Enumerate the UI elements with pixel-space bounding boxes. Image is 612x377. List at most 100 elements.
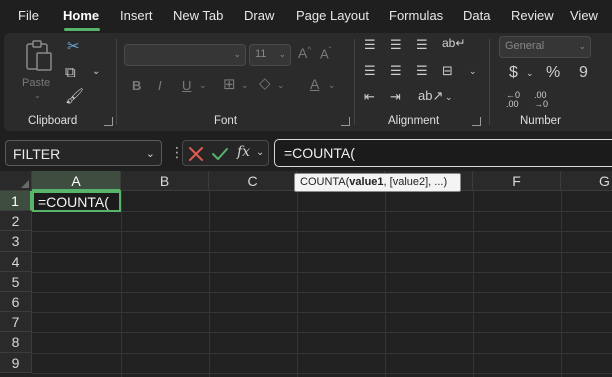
gridline	[473, 191, 474, 377]
menu-bar: File Home Insert New Tab Draw Page Layou…	[0, 0, 612, 32]
decrease-indent-icon[interactable]: ⇤	[364, 90, 375, 103]
active-cell-value: =COUNTA(	[38, 194, 109, 210]
row-header[interactable]: 5	[0, 271, 32, 292]
borders-icon[interactable]: ⊞	[223, 77, 236, 92]
font-color-icon[interactable]: A	[310, 77, 319, 91]
gridline	[32, 312, 612, 314]
row-header[interactable]: 1	[0, 191, 32, 212]
merge-center-icon[interactable]: ⊟	[442, 64, 453, 77]
percent-button[interactable]: %	[546, 65, 560, 81]
tab-data[interactable]: Data	[463, 8, 490, 23]
select-all-button[interactable]	[0, 171, 32, 191]
confirm-icon[interactable]	[211, 146, 229, 162]
format-painter-icon[interactable]: 🖌	[65, 89, 84, 104]
tooltip-current-argument[interactable]: value1	[349, 176, 383, 188]
tab-draw[interactable]: Draw	[244, 8, 274, 23]
decrease-font-icon[interactable]: Aˇ	[320, 47, 331, 61]
gridline	[32, 292, 612, 293]
comma-style-button[interactable]: 9	[579, 65, 588, 81]
paste-button[interactable]: Paste ⌄	[18, 39, 60, 101]
align-left-icon[interactable]: ☰	[364, 64, 376, 77]
row-header[interactable]: 2	[0, 211, 32, 232]
increase-indent-icon[interactable]: ⇥	[390, 90, 401, 103]
font-name-dropdown[interactable]: ⌄	[124, 44, 246, 66]
paste-label: Paste	[22, 77, 51, 89]
formula-bar-row: FILTER ⌄ ⋮ fx ⌄ =COUNTA(	[0, 136, 612, 168]
tab-insert[interactable]: Insert	[120, 8, 153, 23]
number-format-value: General	[505, 40, 545, 52]
tab-file[interactable]: File	[18, 8, 39, 23]
chevron-down-icon[interactable]: ⌄	[256, 147, 264, 158]
fill-color-icon[interactable]: ◇	[259, 76, 271, 91]
gridline	[32, 332, 612, 334]
tab-formulas[interactable]: Formulas	[389, 8, 443, 23]
chevron-down-icon: ⌄	[578, 41, 586, 51]
chevron-down-icon[interactable]: ⌄	[199, 81, 207, 90]
name-box[interactable]: FILTER ⌄	[5, 140, 162, 166]
font-size-dropdown[interactable]: 11 ⌄	[249, 44, 291, 66]
tab-page-layout[interactable]: Page Layout	[296, 8, 369, 23]
active-cell-a1[interactable]: =COUNTA(	[32, 191, 121, 212]
gridline	[32, 231, 612, 233]
column-header[interactable]: F	[473, 171, 561, 191]
align-right-icon[interactable]: ☰	[416, 64, 428, 77]
formula-input[interactable]: =COUNTA(	[274, 139, 612, 167]
row-header[interactable]: 8	[0, 332, 32, 353]
gridline	[209, 191, 210, 377]
insert-function-button[interactable]: fx	[237, 144, 250, 160]
chevron-down-icon[interactable]: ⌄	[469, 67, 477, 76]
number-group-label: Number	[520, 115, 561, 127]
tooltip-function-name: COUNTA(	[300, 176, 350, 188]
chevron-down-icon[interactable]: ⌄	[241, 81, 249, 90]
chevron-down-icon[interactable]: ⌄	[445, 93, 453, 102]
number-format-dropdown[interactable]: General ⌄	[499, 36, 591, 58]
group-divider	[116, 39, 117, 125]
column-header[interactable]: A	[32, 171, 121, 191]
increase-font-icon[interactable]: A^	[298, 46, 311, 60]
row-header[interactable]: 6	[0, 292, 32, 313]
row-header[interactable]: 4	[0, 251, 32, 272]
chevron-down-icon[interactable]: ⌄	[328, 81, 336, 90]
decrease-decimal-icon[interactable]: .00 →0	[534, 91, 548, 109]
font-launcher-icon[interactable]	[341, 117, 350, 126]
row-header[interactable]: 3	[0, 231, 32, 252]
formula-text: =COUNTA(	[284, 145, 355, 161]
column-header[interactable]: B	[121, 171, 209, 191]
align-middle-icon[interactable]: ☰	[390, 38, 402, 51]
align-bottom-icon[interactable]: ☰	[416, 38, 428, 51]
currency-button[interactable]: $	[509, 65, 518, 81]
chevron-down-icon[interactable]: ⌄	[526, 69, 534, 78]
alignment-launcher-icon[interactable]	[472, 117, 481, 126]
align-center-icon[interactable]: ☰	[390, 64, 402, 77]
tab-home[interactable]: Home	[63, 8, 99, 23]
wrap-text-icon[interactable]: ab↵	[442, 37, 465, 49]
tab-view[interactable]: View	[570, 8, 598, 23]
gridline	[32, 352, 612, 354]
chevron-down-icon[interactable]: ⌄	[92, 67, 100, 77]
align-top-icon[interactable]: ☰	[364, 38, 376, 51]
clipboard-group-label: Clipboard	[28, 115, 78, 127]
column-header[interactable]: G	[561, 171, 612, 191]
clipboard-launcher-icon[interactable]	[104, 117, 113, 126]
column-header[interactable]: C	[209, 171, 297, 191]
cut-icon[interactable]: ✂	[67, 39, 80, 54]
underline-button[interactable]: U	[182, 79, 191, 92]
cancel-icon[interactable]	[188, 146, 204, 162]
increase-decimal-icon[interactable]: ←0.00	[506, 91, 520, 109]
chevron-down-icon[interactable]: ⌄	[277, 81, 285, 90]
name-box-value: FILTER	[13, 146, 61, 162]
font-size-value: 11	[255, 48, 267, 60]
row-header[interactable]: 9	[0, 352, 32, 373]
bold-button[interactable]: B	[132, 79, 141, 92]
row-header[interactable]: 7	[0, 312, 32, 333]
chevron-down-icon: ⌄	[278, 49, 286, 59]
italic-button[interactable]: I	[158, 79, 162, 92]
copy-icon[interactable]: ⧉	[65, 65, 76, 80]
select-all-icon	[21, 180, 29, 188]
font-group-label: Font	[214, 115, 238, 127]
tab-review[interactable]: Review	[511, 8, 554, 23]
orientation-icon[interactable]: ab↗	[418, 89, 443, 102]
alignment-group-label: Alignment	[388, 115, 440, 127]
active-tab-indicator	[64, 28, 100, 31]
tab-new-tab[interactable]: New Tab	[173, 8, 223, 23]
